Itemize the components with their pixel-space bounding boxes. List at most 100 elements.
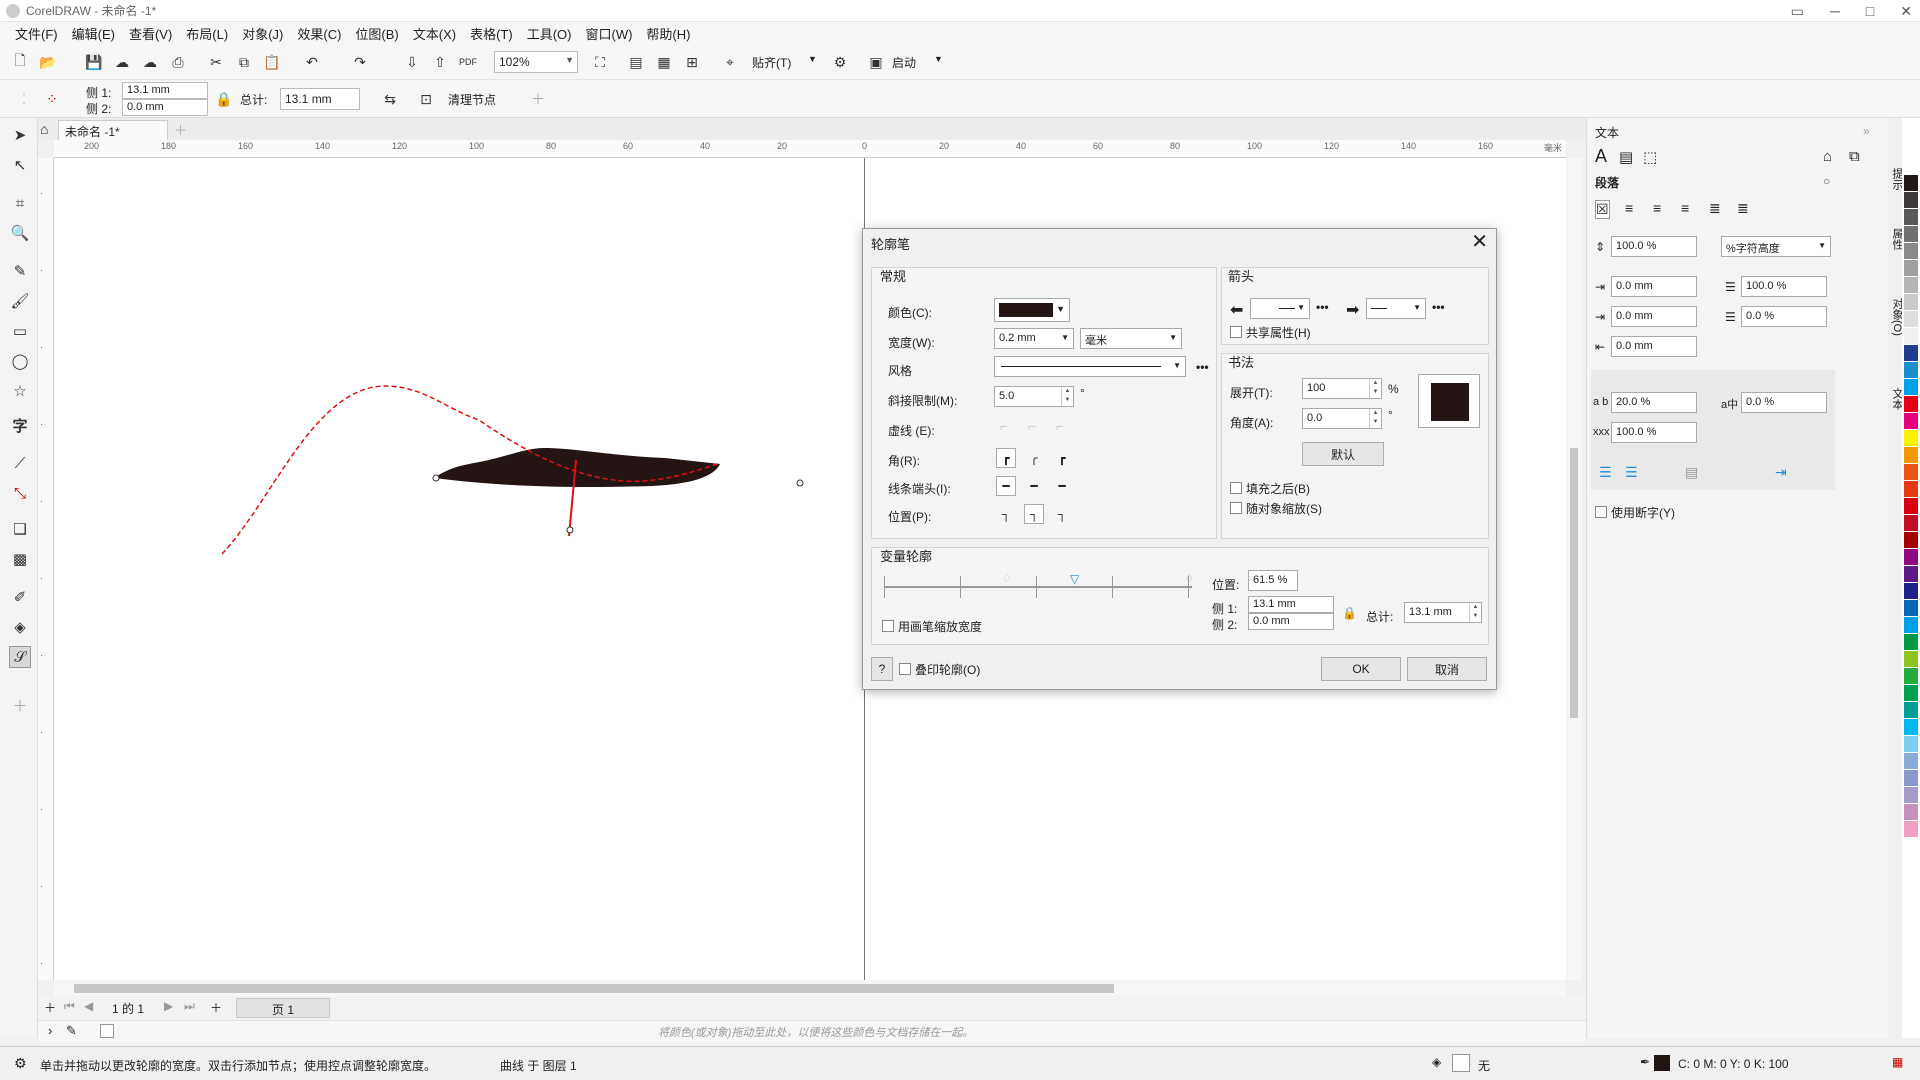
clean-nodes-button[interactable]: 清理节点 [448, 91, 496, 108]
chevron-down-icon[interactable]: ▼ [808, 54, 817, 64]
side2-input[interactable]: 0.0 mm [1248, 613, 1334, 630]
left-indent-input[interactable]: 0.0 mm [1611, 276, 1697, 297]
color-swatch[interactable] [1904, 396, 1918, 412]
color-swatch[interactable] [1904, 464, 1918, 480]
panel-options-icon[interactable]: ⧉ [1849, 148, 1860, 165]
open-folder-icon[interactable]: 📂 [38, 52, 58, 72]
overprint-checkbox[interactable] [899, 663, 911, 675]
color-swatch[interactable] [1904, 685, 1918, 701]
square-cap-icon[interactable]: ━ [1052, 476, 1072, 496]
color-swatch[interactable] [1904, 243, 1918, 259]
total-input[interactable]: 13.1 mm ▲ ▼ [1404, 602, 1482, 623]
color-proof-icon[interactable]: ▦ [1892, 1055, 1903, 1069]
color-swatch[interactable] [1904, 430, 1918, 446]
last-page-icon[interactable]: ⏭ [184, 999, 195, 1014]
menu-object[interactable]: 对象(J) [237, 24, 292, 43]
eyedropper-icon[interactable]: ✎ [66, 1023, 77, 1039]
gear-icon[interactable]: ⚙ [830, 52, 850, 72]
shape-tool-icon[interactable]: ↖ [9, 154, 31, 176]
maximize-button[interactable]: □ [1866, 3, 1874, 19]
color-swatch[interactable] [1904, 617, 1918, 633]
chevron-down-icon[interactable]: ▼ [934, 54, 943, 64]
slider-active-node-icon[interactable]: ▽ [1070, 572, 1079, 586]
color-swatch[interactable] [1904, 498, 1918, 514]
freehand-tool-icon[interactable]: ✎ [9, 260, 31, 282]
transparency-icon[interactable]: ▩ [9, 548, 31, 570]
color-swatch[interactable] [1904, 345, 1918, 361]
variable-width-shape[interactable] [434, 448, 720, 488]
show-grid-icon[interactable]: ▦ [654, 52, 674, 72]
before-spacing-input[interactable]: 0.0 % [1741, 306, 1827, 327]
pick-tool-icon[interactable]: ➤ [9, 124, 31, 146]
section-toggle-icon[interactable]: ○ [1823, 174, 1830, 188]
color-swatch[interactable] [1904, 668, 1918, 684]
drop-cap-icon[interactable]: ▤ [1685, 464, 1698, 481]
color-swatch[interactable] [1904, 549, 1918, 565]
add-icon[interactable]: ＋ [528, 89, 548, 109]
dash-align-icon[interactable]: ⌐ [1000, 418, 1008, 434]
menu-table[interactable]: 表格(T) [465, 24, 522, 43]
interactive-fill-icon[interactable]: ◈ [9, 616, 31, 638]
document-tab[interactable]: 未命名 -1* [58, 120, 168, 140]
miter-corner-icon[interactable]: ┏ [996, 448, 1016, 468]
add-tool-icon[interactable]: ＋ [9, 694, 31, 716]
color-swatch[interactable] [1904, 634, 1918, 650]
color-swatch[interactable] [1904, 515, 1918, 531]
frame-icon[interactable]: ⬚ [1643, 148, 1657, 166]
round-cap-icon[interactable]: ━ [1024, 476, 1044, 496]
paragraph-spacing-input[interactable]: 100.0 % [1611, 236, 1697, 257]
width-combo[interactable]: 0.2 mm ▼ [994, 328, 1074, 349]
palette-menu-icon[interactable]: › [48, 1023, 52, 1038]
horizontal-ruler[interactable]: 200 180 160 140 120 100 80 60 40 20 0 20… [54, 140, 1566, 158]
color-swatch[interactable] [1904, 362, 1918, 378]
new-document-icon[interactable]: 🗋 [10, 52, 30, 72]
show-guidelines-icon[interactable]: ⊞ [682, 52, 702, 72]
add-page-icon[interactable]: ＋ [210, 999, 222, 1016]
right-indent-input[interactable]: 0.0 mm [1611, 336, 1697, 357]
add-page-icon[interactable]: ＋ [44, 999, 56, 1016]
snap-to-label[interactable]: 贴齐(T) [752, 54, 791, 71]
color-swatch[interactable] [1904, 702, 1918, 718]
home-icon[interactable]: ⌂ [40, 121, 48, 137]
dash-fixed-icon[interactable]: ⌐ [1028, 418, 1036, 434]
curve-node[interactable] [796, 479, 804, 487]
redo-icon[interactable]: ↷ [350, 52, 370, 72]
color-swatch[interactable] [1904, 447, 1918, 463]
align-left-icon[interactable]: ≡ [1625, 200, 1633, 216]
ok-button[interactable]: OK [1321, 657, 1401, 681]
color-swatch[interactable] [1904, 209, 1918, 225]
round-corner-icon[interactable]: ╭ [1024, 448, 1044, 468]
close-icon[interactable]: ✕ [1471, 229, 1488, 254]
total-input[interactable]: 13.1 mm [280, 88, 360, 110]
color-swatch[interactable] [1904, 413, 1918, 429]
lock-icon[interactable]: 🔒 [214, 89, 234, 109]
color-swatch[interactable] [1904, 719, 1918, 735]
color-swatch[interactable] [1904, 753, 1918, 769]
color-swatch[interactable] [1904, 736, 1918, 752]
first-line-indent-input[interactable]: 0.0 mm [1611, 306, 1697, 327]
launch-label[interactable]: 启动 [892, 54, 916, 71]
show-rulers-icon[interactable]: ▤ [626, 52, 646, 72]
document-palette[interactable]: › ✎ 将颜色(或对象)拖动至此处，以便将这些颜色与文档存储在一起。 [38, 1020, 1586, 1042]
end-arrow-combo[interactable]: ▼ [1366, 298, 1426, 319]
drop-shadow-icon[interactable]: ❏ [9, 518, 31, 540]
dash-custom-icon[interactable]: ⌐ [1056, 418, 1064, 434]
char-spacing-input[interactable]: 20.0 % [1611, 392, 1697, 413]
export-icon[interactable]: ⇧ [430, 52, 450, 72]
full-screen-icon[interactable]: ⛶ [590, 52, 610, 72]
width-slider-track[interactable] [884, 586, 1192, 588]
character-icon[interactable]: A [1595, 146, 1607, 167]
restore-down-icon[interactable]: ▭ [1791, 3, 1804, 20]
zoom-combo[interactable]: 102% ▼ [494, 51, 578, 73]
color-swatch[interactable] [1904, 821, 1918, 837]
minimize-button[interactable]: ─ [1830, 3, 1840, 19]
cancel-button[interactable]: 取消 [1407, 657, 1487, 681]
no-color-swatch[interactable] [100, 1024, 114, 1038]
width-handle-node[interactable] [566, 526, 574, 534]
bullet-list-icon[interactable]: ☰ [1599, 464, 1612, 481]
hyphenation-checkbox[interactable] [1595, 506, 1607, 518]
help-button[interactable]: ? [871, 657, 893, 681]
default-button[interactable]: 默认 [1302, 442, 1384, 466]
prev-page-icon[interactable]: ◀ [84, 999, 93, 1013]
launch-icon[interactable]: ▣ [866, 52, 886, 72]
